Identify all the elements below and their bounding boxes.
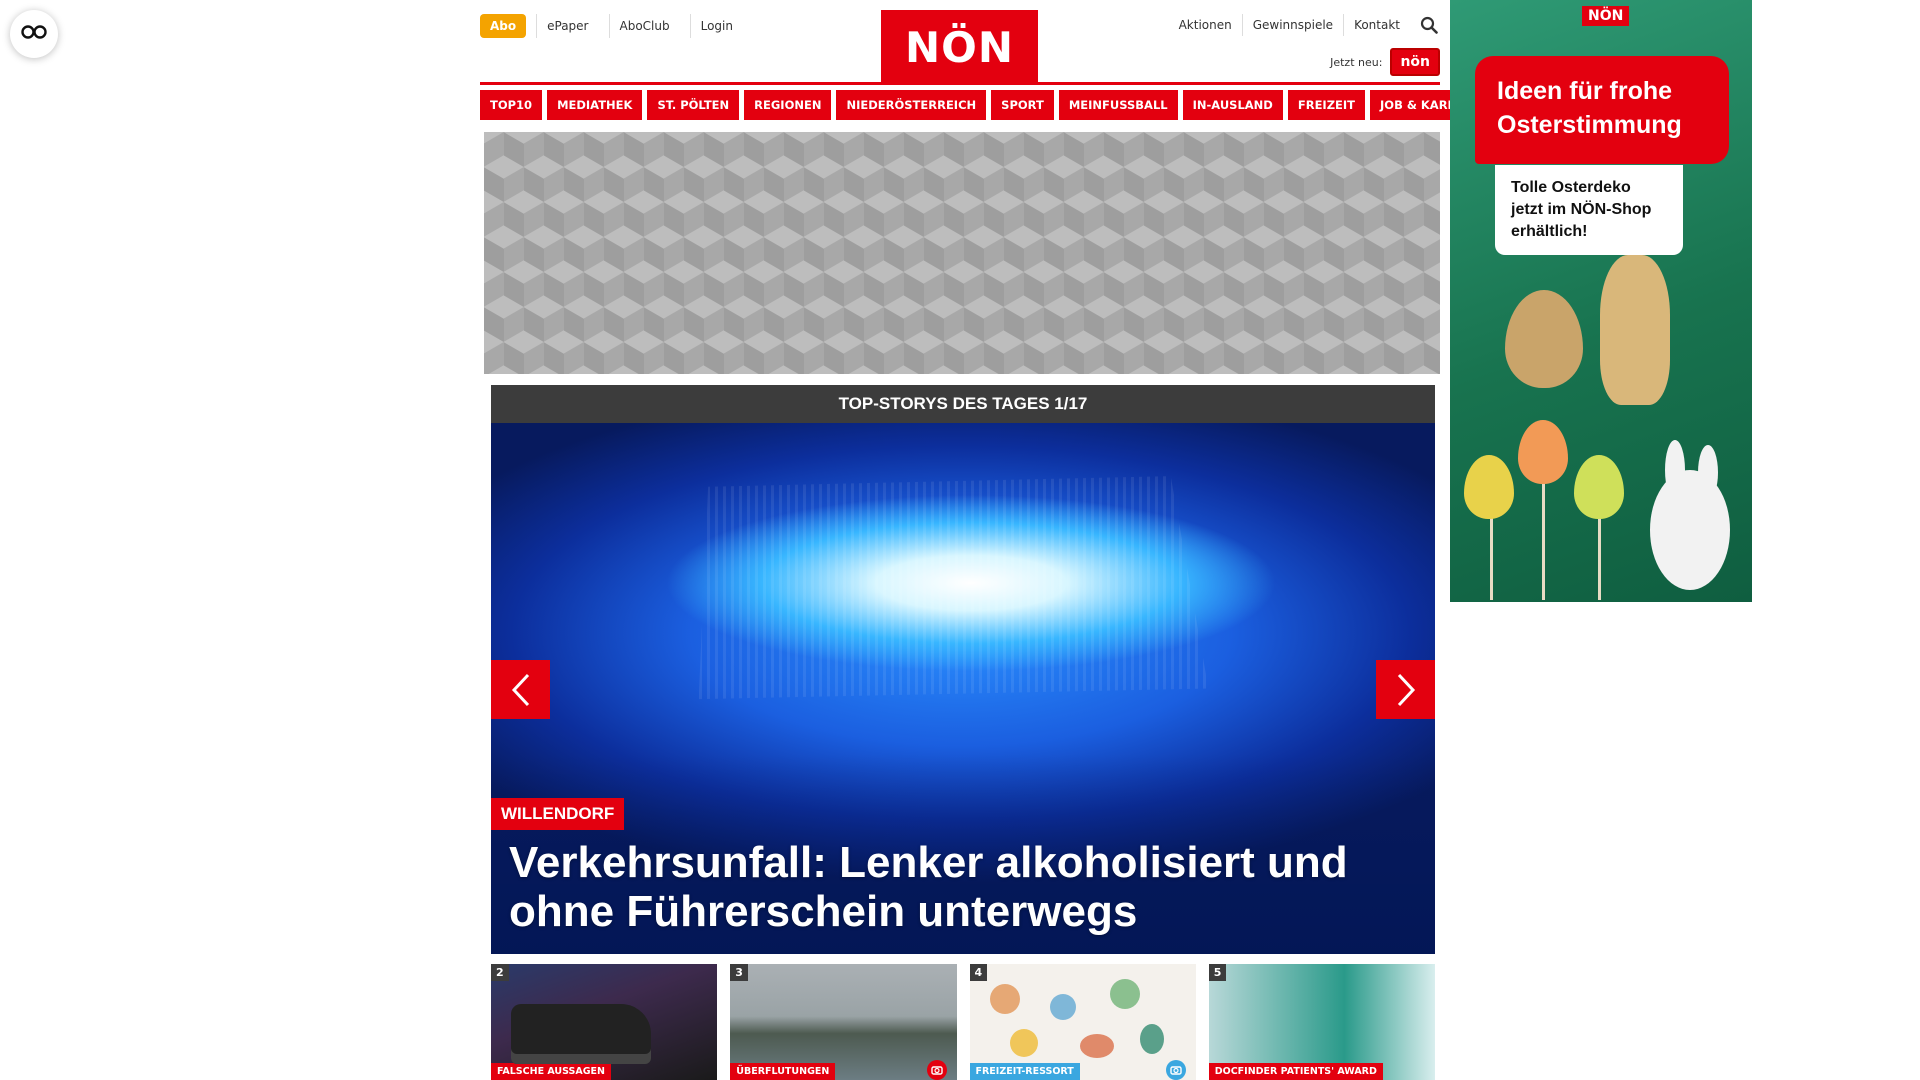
ad-decor-straw-bunny xyxy=(1600,255,1670,405)
nav-item-freizeit[interactable]: FREIZEIT xyxy=(1287,90,1366,120)
hero-story[interactable]: WILLENDORF Verkehrsunfall: Lenker alkoho… xyxy=(491,423,1435,954)
gewinnspiele-link[interactable]: Gewinnspiele xyxy=(1241,14,1343,36)
thumb-number: 5 xyxy=(1208,964,1227,981)
ad-decor-stick xyxy=(1542,470,1545,600)
hero-location-badge[interactable]: WILLENDORF xyxy=(491,798,625,830)
search-icon[interactable] xyxy=(1418,14,1440,36)
main-nav: TOP10 MEDIATHEK ST. PÖLTEN REGIONEN NIED… xyxy=(480,90,1496,120)
login-link[interactable]: Login xyxy=(689,14,743,38)
nav-item-in-ausland[interactable]: IN-AUSLAND xyxy=(1182,90,1283,120)
aktionen-link[interactable]: Aktionen xyxy=(1169,14,1242,36)
top-stories-header: TOP-STORYS DES TAGES 1/17 xyxy=(491,385,1435,423)
glasses-icon xyxy=(20,24,48,44)
hero-headline[interactable]: Verkehrsunfall: Lenker alkoholisiert und… xyxy=(509,838,1409,936)
thumb-number: 2 xyxy=(491,964,509,981)
nav-item-meinfussball[interactable]: MEINFUSSBALL xyxy=(1058,90,1178,120)
camera-icon xyxy=(1165,1060,1186,1080)
carousel-prev-button[interactable] xyxy=(491,660,550,719)
kontakt-link[interactable]: Kontakt xyxy=(1343,14,1410,36)
site-logo[interactable]: NÖN xyxy=(881,10,1038,84)
ad-decor-bunny xyxy=(1650,470,1730,590)
nav-item-sport[interactable]: SPORT xyxy=(991,90,1054,120)
nav-item-st-poelten[interactable]: ST. PÖLTEN xyxy=(647,90,740,120)
utility-nav-right: Aktionen Gewinnspiele Kontakt xyxy=(1169,14,1440,36)
header-divider xyxy=(480,82,1440,85)
jetzt-neu-label: Jetzt neu: xyxy=(1330,55,1383,69)
ad-subtext: Tolle Osterdeko jetzt im NÖN-Shop erhält… xyxy=(1495,165,1683,255)
camera-icon xyxy=(926,1060,947,1080)
chevron-left-icon xyxy=(511,673,529,706)
story-thumb-3[interactable]: 3 ÜBERFLUTUNGEN xyxy=(730,964,957,1080)
ad-decor-bunny-ear xyxy=(1665,440,1685,500)
thumb-number: 3 xyxy=(730,964,748,981)
nav-item-mediathek[interactable]: MEDIATHEK xyxy=(547,90,643,120)
utility-nav-left: Abo ePaper AboClub Login xyxy=(480,14,743,38)
reader-mode-button[interactable] xyxy=(10,10,58,58)
ad-banner-placeholder[interactable] xyxy=(484,132,1440,374)
thumb-category: ÜBERFLUTUNGEN xyxy=(730,1063,836,1080)
thumb-category: DOCFINDER PATIENTS' AWARD xyxy=(1208,1063,1383,1080)
thumb-number: 4 xyxy=(969,964,988,981)
ad-decor-egg xyxy=(1464,455,1514,519)
nav-item-niederoesterreich[interactable]: NIEDERÖSTERREICH xyxy=(836,90,987,120)
ad-decor-egg xyxy=(1518,420,1568,484)
side-advertisement[interactable]: NÖN Ideen für frohe Osterstimmung Tolle … xyxy=(1450,0,1752,602)
story-thumb-5[interactable]: 5 DOCFINDER PATIENTS' AWARD xyxy=(1208,964,1435,1080)
thumb-category: FALSCHE AUSSAGEN xyxy=(491,1063,611,1080)
ad-decor-egg xyxy=(1574,455,1624,519)
ad-brand-logo: NÖN xyxy=(1582,6,1630,26)
ad-decor-bunny-ear xyxy=(1698,445,1718,500)
story-thumb-4[interactable]: 4 FREIZEIT-RESSORT xyxy=(969,964,1196,1080)
site-header: Abo ePaper AboClub Login NÖN Aktionen Ge… xyxy=(480,8,1440,84)
ad-decor-egg xyxy=(1505,290,1583,388)
chevron-right-icon xyxy=(1397,673,1415,706)
jetzt-neu-promo[interactable]: Jetzt neu: nön xyxy=(1330,48,1440,76)
aboclub-link[interactable]: AboClub xyxy=(608,14,680,38)
abo-button[interactable]: Abo xyxy=(480,14,527,38)
nav-item-top10[interactable]: TOP10 xyxy=(480,90,543,120)
story-thumbnails: 2 FALSCHE AUSSAGEN 3 ÜBERFLUTUNGEN 4 FRE… xyxy=(491,964,1435,1080)
story-thumb-2[interactable]: 2 FALSCHE AUSSAGEN xyxy=(491,964,718,1080)
carousel-next-button[interactable] xyxy=(1376,660,1435,719)
ad-headline: Ideen für frohe Osterstimmung xyxy=(1475,56,1729,164)
epaper-link[interactable]: ePaper xyxy=(536,14,598,38)
jetzt-neu-logo[interactable]: nön xyxy=(1390,48,1440,76)
nav-item-regionen[interactable]: REGIONEN xyxy=(744,90,832,120)
thumb-category: FREIZEIT-RESSORT xyxy=(969,1063,1080,1080)
